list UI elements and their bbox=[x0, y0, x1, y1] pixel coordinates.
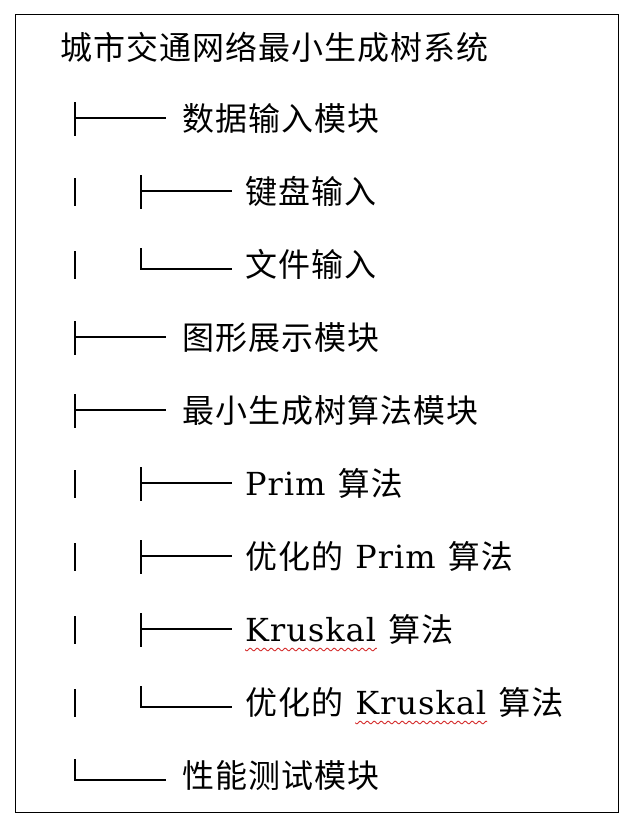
tree-node: 性能测试模块 bbox=[0, 754, 637, 798]
tree-last-connector bbox=[140, 686, 232, 720]
tree-node-label: 键盘输入 bbox=[245, 173, 378, 211]
tree-node-label: 文件输入 bbox=[245, 246, 378, 284]
tree-node-label: Kruskal 算法 bbox=[245, 611, 455, 649]
tree-guide-line bbox=[74, 689, 76, 717]
tree-root-label: 城市交通网络最小生成树系统 bbox=[60, 29, 490, 67]
tree-node-label: 图形展示模块 bbox=[182, 319, 381, 357]
tree-node: 最小生成树算法模块 bbox=[0, 389, 637, 433]
spellcheck-flagged-word: Kruskal bbox=[355, 684, 488, 722]
tree-guide-line bbox=[74, 470, 76, 498]
tree-node-label: Prim 算法 bbox=[245, 465, 404, 503]
tree-node: 图形展示模块 bbox=[0, 316, 637, 360]
tree-node-label: 最小生成树算法模块 bbox=[182, 392, 480, 430]
tree-node: Kruskal 算法 bbox=[0, 608, 637, 652]
tree-branch-connector bbox=[140, 540, 232, 574]
tree-guide-line bbox=[74, 616, 76, 644]
tree-guide-line bbox=[74, 543, 76, 571]
tree-node-label: 数据输入模块 bbox=[182, 100, 381, 138]
tree-guide-line bbox=[74, 251, 76, 279]
tree-branch-connector bbox=[140, 175, 232, 209]
tree-branch-connector bbox=[74, 394, 166, 428]
tree-branch-connector bbox=[140, 467, 232, 501]
tree-branch-connector bbox=[74, 321, 166, 355]
tree-node-label: 优化的 Prim 算法 bbox=[245, 538, 514, 576]
tree-node: 优化的 Prim 算法 bbox=[0, 535, 637, 579]
spellcheck-flagged-word: Kruskal bbox=[245, 611, 377, 649]
tree-node: 键盘输入 bbox=[0, 170, 637, 214]
tree-last-connector bbox=[140, 248, 232, 282]
tree-last-connector bbox=[74, 759, 166, 793]
tree-guide-line bbox=[74, 178, 76, 206]
tree-node: Prim 算法 bbox=[0, 462, 637, 506]
tree-node: 文件输入 bbox=[0, 243, 637, 287]
tree-node: 数据输入模块 bbox=[0, 97, 637, 141]
tree-node-label: 优化的 Kruskal 算法 bbox=[245, 684, 565, 722]
tree-node-label: 性能测试模块 bbox=[182, 757, 381, 795]
tree-node: 优化的 Kruskal 算法 bbox=[0, 681, 637, 725]
tree-branch-connector bbox=[74, 102, 166, 136]
tree-branch-connector bbox=[140, 613, 232, 647]
